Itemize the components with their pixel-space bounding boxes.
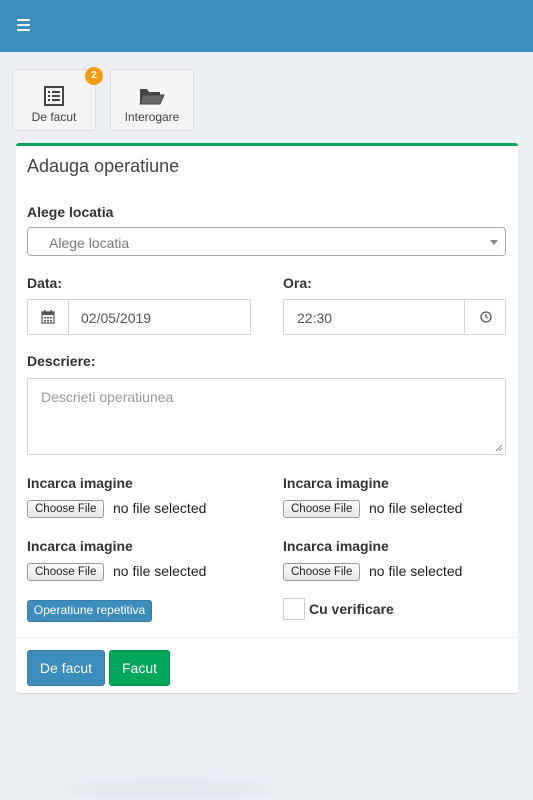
- dropdown-arrow-icon: [490, 240, 498, 245]
- list-icon: [44, 86, 64, 106]
- clock-icon: [480, 311, 492, 323]
- date-label: Data:: [27, 275, 63, 291]
- repetitive-operation-button[interactable]: Operatiune repetitiva: [27, 600, 152, 622]
- add-operation-form: Adauga operatiune Alege locatia Alege lo…: [16, 143, 518, 693]
- verification-checkbox[interactable]: [283, 598, 305, 620]
- file-upload-1: Choose File no file selected: [27, 500, 257, 520]
- calendar-icon: [41, 310, 55, 324]
- file-status: no file selected: [369, 563, 463, 579]
- file-upload-3: Choose File no file selected: [27, 563, 257, 583]
- hamburger-icon[interactable]: [17, 19, 30, 31]
- upload-label: Incarca imagine: [27, 475, 133, 491]
- choose-file-button[interactable]: Choose File: [283, 563, 361, 581]
- file-upload-2: Choose File no file selected: [283, 500, 513, 520]
- verification-label: Cu verificare: [309, 601, 394, 617]
- description-textarea[interactable]: Descrieti operatiunea: [27, 378, 506, 455]
- file-status: no file selected: [113, 563, 207, 579]
- location-select[interactable]: Alege locatia: [27, 227, 506, 256]
- calendar-addon: [28, 300, 69, 334]
- tile-label: Interogare: [124, 110, 180, 124]
- form-title: Adauga operatiune: [27, 156, 180, 176]
- upload-label: Incarca imagine: [27, 538, 133, 554]
- notification-badge: 2: [85, 67, 103, 85]
- top-navbar: [0, 0, 533, 52]
- tile-interogare[interactable]: Interogare: [110, 69, 194, 131]
- description-placeholder: Descrieti operatiunea: [41, 389, 174, 405]
- upload-label: Incarca imagine: [283, 538, 389, 554]
- done-button[interactable]: Facut: [109, 650, 170, 686]
- date-input-group[interactable]: 02/05/2019: [27, 299, 251, 335]
- time-value: 22:30: [297, 310, 333, 326]
- date-value: 02/05/2019: [81, 310, 152, 326]
- file-upload-4: Choose File no file selected: [283, 563, 513, 583]
- clock-addon[interactable]: [464, 300, 505, 334]
- time-label: Ora:: [283, 275, 312, 291]
- bottom-shadow: [60, 782, 280, 796]
- resize-grip-icon[interactable]: [495, 444, 503, 452]
- tile-de-facut[interactable]: De facut 2: [12, 67, 103, 131]
- choose-file-button[interactable]: Choose File: [27, 563, 105, 581]
- footer-divider: [16, 637, 518, 638]
- upload-label: Incarca imagine: [283, 475, 389, 491]
- tile-label: De facut: [31, 110, 77, 124]
- file-status: no file selected: [113, 500, 207, 516]
- choose-file-button[interactable]: Choose File: [27, 500, 105, 518]
- file-status: no file selected: [369, 500, 463, 516]
- location-label: Alege locatia: [27, 204, 114, 220]
- folder-open-icon: [139, 89, 165, 105]
- todo-button[interactable]: De facut: [27, 650, 105, 686]
- location-placeholder: Alege locatia: [49, 235, 130, 251]
- choose-file-button[interactable]: Choose File: [283, 500, 361, 518]
- time-input-group[interactable]: 22:30: [283, 299, 506, 335]
- description-label: Descriere:: [27, 353, 96, 369]
